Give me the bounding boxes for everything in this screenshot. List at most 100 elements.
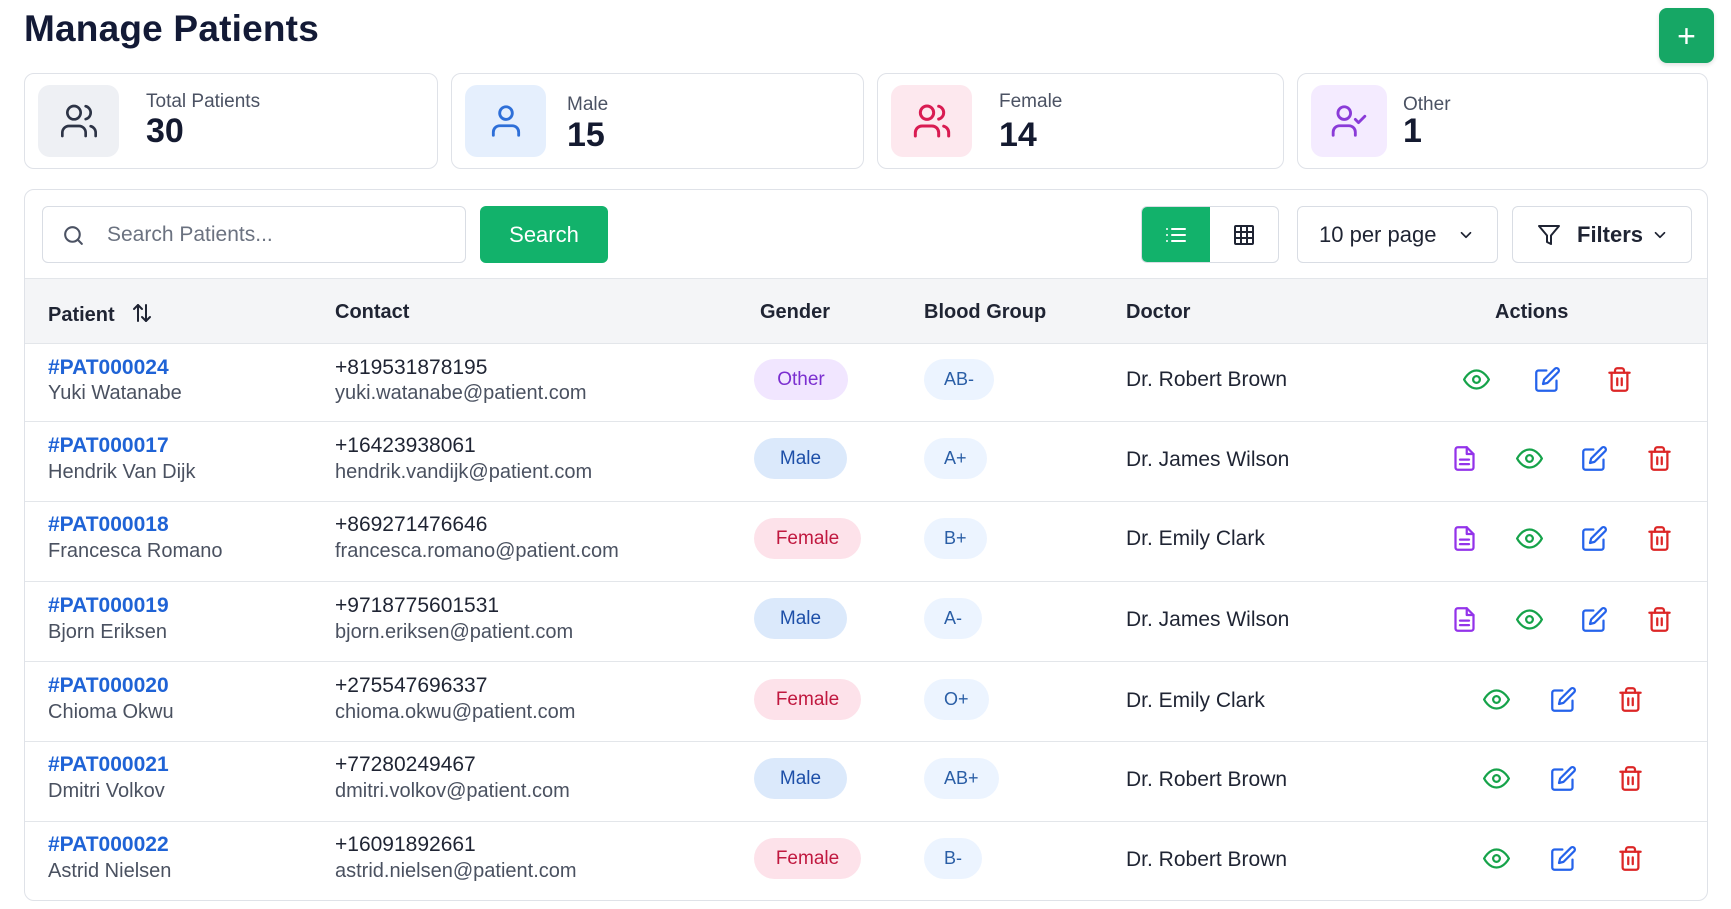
patient-phone: +869271476646 [335,513,488,536]
edit-button[interactable] [1549,764,1577,792]
view-button[interactable] [1482,844,1510,872]
blood-group-badge: A+ [924,438,987,479]
view-button[interactable] [1515,524,1543,552]
patient-email: astrid.nielsen@patient.com [335,860,577,882]
grid-icon [1234,224,1254,245]
stat-label: Female [999,91,1063,112]
blood-group-badge: AB- [924,359,995,400]
edit-icon [1581,606,1607,632]
patient-id-link[interactable]: #PAT000024 [48,356,169,380]
view-button[interactable] [1482,764,1510,792]
doctor-name: Dr. Robert Brown [1126,848,1288,871]
blood-group-badge: B+ [924,518,987,559]
medical-record-button[interactable] [1450,444,1478,472]
stat-card-male: Male 15 [451,73,864,169]
eye-icon [1482,847,1510,869]
patient-name: Chioma Okwu [48,701,174,723]
blood-group-badge: A- [924,598,982,639]
patient-email: bjorn.eriksen@patient.com [335,621,574,643]
eye-icon [1515,447,1543,469]
patient-name: Francesca Romano [48,540,223,562]
eye-icon [1482,767,1510,789]
patient-id-link[interactable]: #PAT000017 [48,434,169,458]
stat-card-total: Total Patients 30 [24,73,438,169]
delete-button[interactable] [1645,524,1673,552]
users-icon [891,85,972,157]
search-input[interactable] [107,217,447,253]
edit-button[interactable] [1580,524,1608,552]
chevron-down-icon [1654,231,1666,239]
patient-id-link[interactable]: #PAT000022 [48,833,169,857]
per-page-select[interactable]: 10 per page [1297,206,1498,263]
delete-button[interactable] [1605,365,1633,393]
table-header: Patient Contact Gender Blood Group Docto… [25,278,1707,344]
gender-badge: Male [754,758,847,799]
eye-icon [1482,688,1510,710]
doctor-name: Dr. Robert Brown [1126,768,1288,791]
sort-icon[interactable] [130,301,154,325]
delete-button[interactable] [1645,605,1673,633]
patient-phone: +819531878195 [335,356,488,379]
add-patient-button[interactable]: + [1659,8,1714,63]
list-view-button[interactable] [1142,207,1210,262]
gender-badge: Female [754,679,861,720]
edit-icon [1581,525,1607,551]
patient-name: Hendrik Van Dijk [48,461,196,483]
gender-badge: Male [754,438,847,479]
patient-phone: +275547696337 [335,674,488,697]
edit-button[interactable] [1549,685,1577,713]
edit-icon [1550,686,1576,712]
trash-icon [1618,765,1642,791]
patient-phone: +16091892661 [335,833,476,856]
view-button[interactable] [1515,605,1543,633]
users-icon [38,85,119,157]
trash-icon [1647,525,1671,551]
edit-icon [1534,366,1560,392]
view-toggle [1141,206,1279,263]
column-header-patient[interactable]: Patient [48,301,154,327]
patient-id-link[interactable]: #PAT000020 [48,674,169,698]
delete-button[interactable] [1616,685,1644,713]
patient-id-link[interactable]: #PAT000019 [48,594,169,618]
view-button[interactable] [1482,685,1510,713]
table-row: #PAT000020 Chioma Okwu +275547696337 chi… [25,662,1707,742]
delete-button[interactable] [1645,444,1673,472]
trash-icon [1618,845,1642,871]
file-text-icon [1453,525,1475,551]
filters-button[interactable]: Filters [1512,206,1692,263]
column-header-actions: Actions [1495,301,1569,323]
medical-record-button[interactable] [1450,524,1478,552]
edit-button[interactable] [1580,444,1608,472]
edit-button[interactable] [1549,844,1577,872]
edit-button[interactable] [1580,605,1608,633]
stat-value: 14 [999,116,1037,154]
delete-button[interactable] [1616,844,1644,872]
patient-email: francesca.romano@patient.com [335,540,619,562]
patient-phone: +16423938061 [335,434,476,457]
grid-view-button[interactable] [1210,207,1278,262]
patient-id-link[interactable]: #PAT000021 [48,753,169,777]
gender-badge: Male [754,598,847,639]
blood-group-badge: O+ [924,679,989,720]
table-row: #PAT000022 Astrid Nielsen +16091892661 a… [25,822,1707,900]
view-button[interactable] [1462,365,1490,393]
gender-badge: Female [754,838,861,879]
view-button[interactable] [1515,444,1543,472]
doctor-name: Dr. Robert Brown [1126,368,1288,391]
patient-id-link[interactable]: #PAT000018 [48,513,169,537]
edit-icon [1581,445,1607,471]
list-icon [1166,227,1186,242]
blood-group-badge: AB+ [924,758,999,799]
table-row: #PAT000017 Hendrik Van Dijk +16423938061… [25,422,1707,502]
blood-group-badge: B- [924,838,982,879]
edit-button[interactable] [1533,365,1561,393]
stat-value: 30 [146,112,184,150]
patient-email: yuki.watanabe@patient.com [335,382,587,404]
user-check-icon [1311,85,1387,157]
edit-icon [1550,845,1576,871]
search-box [42,206,466,263]
search-button[interactable]: Search [480,206,608,263]
trash-icon [1647,606,1671,632]
medical-record-button[interactable] [1450,605,1478,633]
delete-button[interactable] [1616,764,1644,792]
